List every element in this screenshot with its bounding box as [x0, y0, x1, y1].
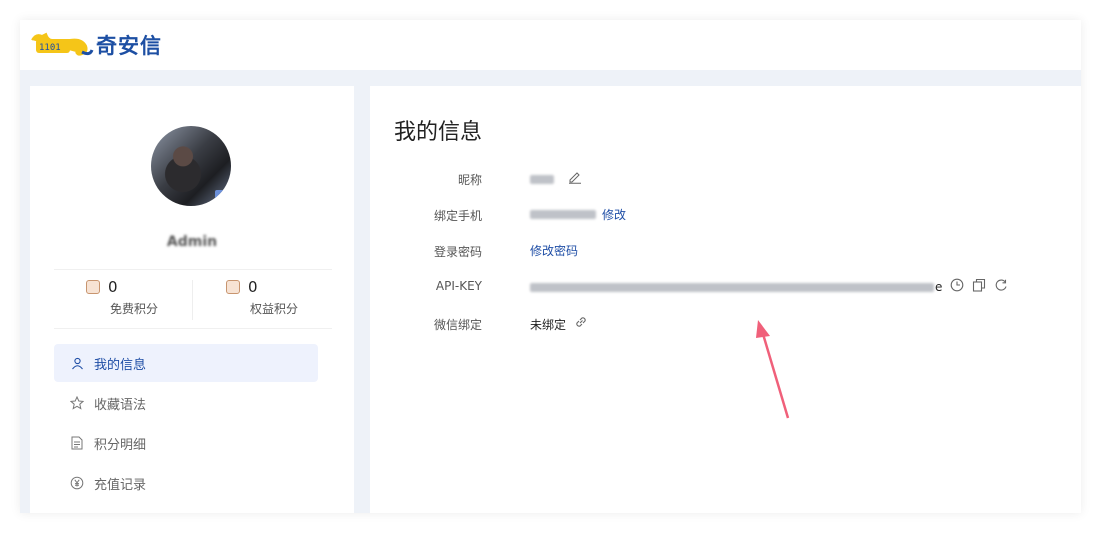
gift-icon: [226, 280, 240, 294]
document-icon: [70, 436, 84, 450]
annotation-arrow-icon: [756, 320, 790, 419]
sidebar-menu: 我的信息 收藏语法 积分明细 充值记录: [54, 344, 318, 504]
change-password-link[interactable]: 修改密码: [530, 242, 578, 259]
clock-icon[interactable]: [950, 278, 964, 296]
username: Admin: [166, 234, 218, 250]
free-points-label: 免费积分: [110, 302, 159, 316]
wechat-label: 微信绑定: [433, 318, 482, 332]
copy-icon[interactable]: [972, 278, 986, 296]
brand-logo[interactable]: 1101 奇安信: [30, 27, 162, 63]
apikey-tail: e: [935, 280, 943, 294]
sidebar-item-recharge-records[interactable]: 充值记录: [54, 464, 318, 502]
page-title: 我的信息: [394, 120, 483, 145]
top-header: 1101 奇安信: [20, 20, 1081, 70]
free-points-value: 0: [108, 278, 118, 296]
sidebar: Admin 0 免费积分 0 权益积分 我的信息 收藏语法 积分明细 充值记录: [30, 86, 354, 513]
nickname-row: 昵称: [370, 168, 1081, 188]
nickname-label: 昵称: [457, 173, 482, 187]
nickname-value-redacted: [530, 174, 554, 184]
apikey-label: API-KEY: [435, 279, 482, 293]
password-row: 登录密码 修改密码: [370, 240, 1081, 260]
user-icon: [70, 356, 84, 370]
phone-edit-link[interactable]: 修改: [602, 206, 626, 223]
sidebar-item-label: 收藏语法: [94, 397, 147, 413]
logo-mark-icon: 1101: [30, 30, 94, 60]
coin-icon: [86, 280, 100, 294]
brand-name: 奇安信: [96, 34, 162, 58]
sidebar-item-label: 积分明细: [94, 437, 147, 453]
benefit-points-value: 0: [248, 278, 258, 296]
avatar-badge-icon: [215, 190, 225, 200]
benefit-points-stat: 0 权益积分: [226, 278, 356, 322]
sidebar-item-my-info[interactable]: 我的信息: [54, 344, 318, 382]
app-frame: 1101 奇安信 Admin 0 免费积分 0 权益积分 我的信息 收藏语法 积…: [20, 20, 1081, 513]
wechat-status: 未绑定: [530, 317, 567, 332]
apikey-row: API-KEY e: [370, 276, 1081, 296]
refresh-icon[interactable]: [994, 278, 1008, 296]
stats-divider: [192, 280, 193, 320]
free-points-stat: 0 免费积分: [86, 278, 216, 322]
phone-row: 绑定手机 修改: [370, 204, 1081, 224]
password-label: 登录密码: [433, 245, 482, 259]
yen-circle-icon: [70, 476, 84, 490]
main-content: 我的信息 昵称 绑定手机 修改 登录密码 修改密码 API-KEY e 微信绑定…: [370, 86, 1081, 513]
apikey-value-redacted: [530, 282, 934, 292]
star-icon: [70, 396, 84, 410]
link-icon[interactable]: [574, 315, 588, 333]
phone-value-redacted: [530, 210, 596, 219]
sidebar-item-points-detail[interactable]: 积分明细: [54, 424, 318, 462]
sidebar-item-favorites[interactable]: 收藏语法: [54, 384, 318, 422]
svg-text:1101: 1101: [39, 43, 61, 53]
avatar[interactable]: [151, 126, 231, 206]
points-stats: 0 免费积分 0 权益积分: [54, 269, 332, 329]
sidebar-item-label: 充值记录: [94, 477, 147, 493]
edit-pencil-icon[interactable]: [568, 170, 582, 188]
sidebar-item-label: 我的信息: [94, 357, 147, 373]
wechat-row: 微信绑定 未绑定: [370, 313, 1081, 333]
phone-label: 绑定手机: [433, 209, 482, 223]
benefit-points-label: 权益积分: [250, 302, 299, 316]
